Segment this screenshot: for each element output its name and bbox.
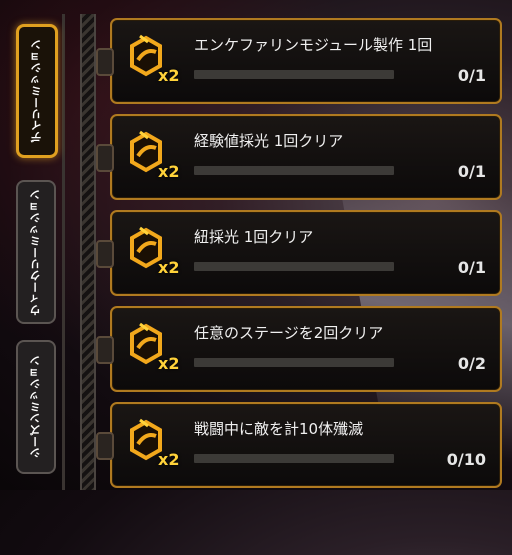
progress-bar bbox=[194, 166, 394, 175]
progress-count: 0/1 bbox=[457, 66, 486, 85]
rail-line bbox=[62, 14, 65, 490]
mission-title: 経験値採光 1回クリア bbox=[194, 132, 344, 150]
reward-multiplier: x2 bbox=[158, 162, 180, 181]
card-connector bbox=[96, 336, 114, 364]
tab-daily-mission[interactable]: デイリーミッション bbox=[16, 24, 58, 158]
rail-chain bbox=[80, 14, 96, 490]
card-connector bbox=[96, 432, 114, 460]
progress-count: 0/2 bbox=[457, 354, 486, 373]
mission-card[interactable]: x2 エンケファリンモジュール製作 1回 0/1 bbox=[96, 18, 502, 104]
reward: x2 bbox=[126, 418, 186, 474]
progress-bar bbox=[194, 454, 394, 463]
reward: x2 bbox=[126, 34, 186, 90]
reward-multiplier: x2 bbox=[158, 450, 180, 469]
reward-multiplier: x2 bbox=[158, 66, 180, 85]
reward-multiplier: x2 bbox=[158, 354, 180, 373]
tab-daily-label: デイリーミッション bbox=[30, 39, 43, 143]
progress-count: 0/10 bbox=[446, 450, 486, 469]
progress-count: 0/1 bbox=[457, 162, 486, 181]
tab-season-label: シーズンミッション bbox=[29, 355, 42, 459]
mission-title: 紐採光 1回クリア bbox=[194, 228, 314, 246]
tab-season-mission[interactable]: シーズンミッション bbox=[16, 340, 56, 474]
mission-card[interactable]: x2 戦闘中に敵を計10体殲滅 0/10 bbox=[96, 402, 502, 488]
reward: x2 bbox=[126, 226, 186, 282]
mission-card[interactable]: x2 経験値採光 1回クリア 0/1 bbox=[96, 114, 502, 200]
tab-weekly-mission[interactable]: ウィークリーミッション bbox=[16, 180, 56, 324]
tab-weekly-label: ウィークリーミッション bbox=[29, 188, 42, 316]
progress-bar bbox=[194, 70, 394, 79]
reward-multiplier: x2 bbox=[158, 258, 180, 277]
reward: x2 bbox=[126, 130, 186, 186]
mission-card[interactable]: x2 任意のステージを2回クリア 0/2 bbox=[96, 306, 502, 392]
card-connector bbox=[96, 48, 114, 76]
mission-card[interactable]: x2 紐採光 1回クリア 0/1 bbox=[96, 210, 502, 296]
mission-title: エンケファリンモジュール製作 1回 bbox=[194, 36, 433, 54]
card-connector bbox=[96, 240, 114, 268]
progress-count: 0/1 bbox=[457, 258, 486, 277]
reward: x2 bbox=[126, 322, 186, 378]
mission-title: 任意のステージを2回クリア bbox=[194, 324, 384, 342]
progress-bar bbox=[194, 262, 394, 271]
mission-tabs: デイリーミッション ウィークリーミッション シーズンミッション bbox=[10, 20, 58, 480]
card-connector bbox=[96, 144, 114, 172]
mission-title: 戦闘中に敵を計10体殲滅 bbox=[194, 420, 364, 438]
progress-bar bbox=[194, 358, 394, 367]
